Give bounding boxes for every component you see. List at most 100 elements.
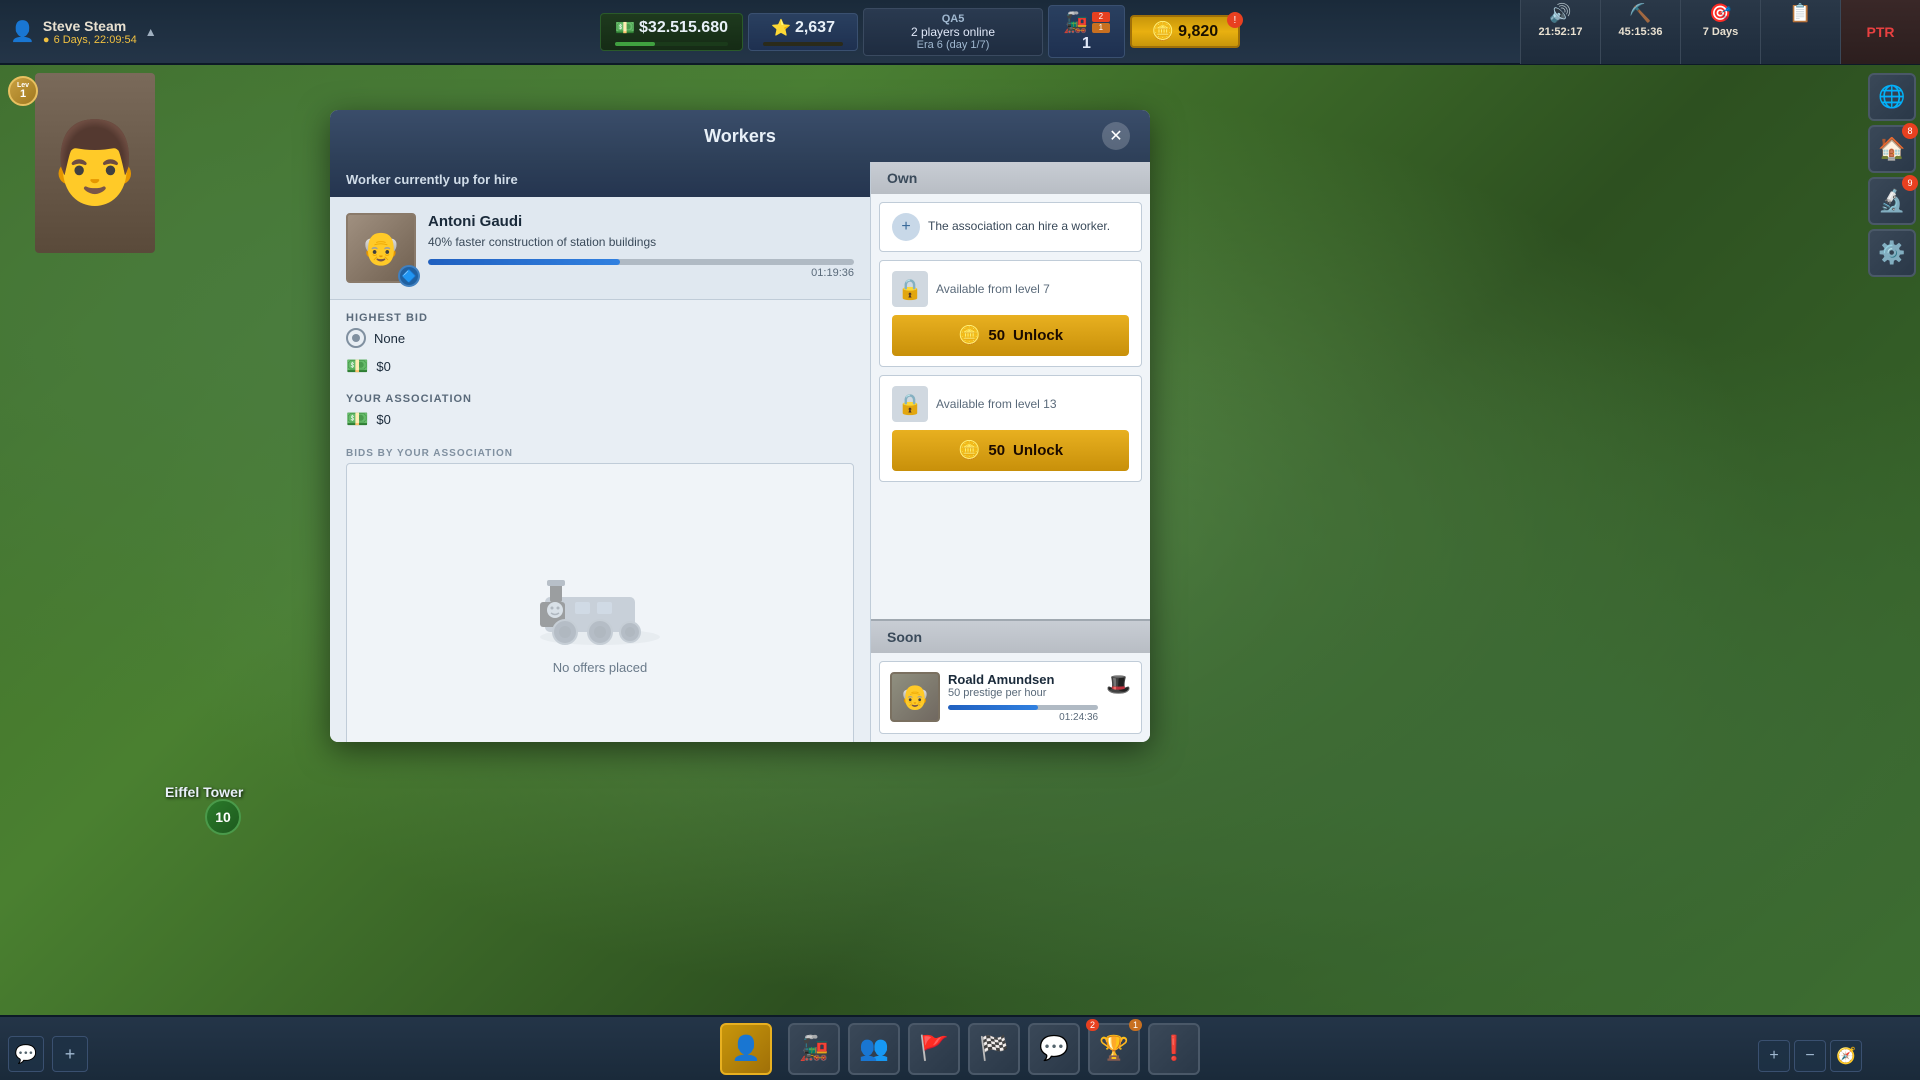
trophy-icon: 🏆 — [1099, 1034, 1129, 1063]
era-label: Era 6 (day 1/7) — [917, 39, 990, 51]
chat-icons-area: 💬 + — [8, 1036, 88, 1072]
zoom-in-btn[interactable]: + — [1758, 1040, 1790, 1072]
lock-icon-1: 🔒 — [892, 271, 928, 307]
qa-label: QA5 — [942, 13, 965, 25]
alert-btn[interactable]: ❗ — [1148, 1023, 1200, 1075]
worker-type-badge: 🔷 — [398, 265, 420, 287]
locked-slot-2-header: 🔒 Available from level 13 — [892, 386, 1129, 422]
timer-panel-4: 📋 — [1760, 0, 1840, 64]
settings-btn[interactable]: ⚙️ — [1868, 229, 1916, 277]
player-status: ● 6 Days, 22:09:54 — [43, 34, 137, 46]
soon-timer: 01:24:36 — [948, 712, 1098, 723]
race-icon: 🏁 — [979, 1034, 1009, 1063]
worker-name: Antoni Gaudi — [428, 213, 854, 230]
assoc-money-row: 💵 $0 — [346, 409, 854, 430]
unlock-cost-2: 50 — [988, 442, 1005, 459]
expand-icon[interactable]: ▲ — [145, 25, 157, 39]
money-value: 💵 $32.515.680 — [615, 18, 728, 38]
train-count: 1 — [1082, 35, 1091, 53]
soon-worker-card: 👴 Roald Amundsen 50 prestige per hour 01… — [879, 661, 1142, 734]
flags-icon: 🚩 — [919, 1034, 949, 1063]
player-portrait: 👨 — [35, 73, 155, 253]
timer-panels: 🔊 21:52:17 ⛏️ 45:15:36 🎯 7 Days 📋 PTR — [1520, 0, 1920, 64]
zoom-controls: + − 🧭 — [1758, 1040, 1862, 1072]
assoc-money-icon: 💵 — [346, 409, 368, 430]
research-badge: 9 — [1902, 175, 1918, 191]
settings-icon: ⚙️ — [1878, 240, 1905, 266]
gold-notification: ! — [1227, 12, 1243, 28]
target-icon: 🎯 — [1709, 3, 1731, 24]
player-name: Steve Steam — [43, 18, 137, 34]
clipboard-icon: 📋 — [1789, 3, 1811, 24]
workers-modal: Workers ✕ Worker currently up for hire 👴… — [330, 110, 1150, 742]
modal-title: Workers — [378, 126, 1102, 147]
locked-slot-1-header: 🔒 Available from level 7 — [892, 271, 1129, 307]
train-icon: 🚂 — [799, 1034, 829, 1063]
chat-btn[interactable]: 💬 — [1028, 1023, 1080, 1075]
trophy-badge-1: 2 — [1086, 1019, 1099, 1031]
unlock-cost-1: 50 — [988, 327, 1005, 344]
compass-btn[interactable]: 🧭 — [1830, 1040, 1862, 1072]
close-button[interactable]: ✕ — [1102, 122, 1130, 150]
city-badge: 8 — [1902, 123, 1918, 139]
soon-worker-portrait: 👴 — [890, 672, 940, 722]
speech-bubble-btn[interactable]: 💬 — [8, 1036, 44, 1072]
player-avatar-area: Lev 1 👨 — [0, 68, 160, 268]
worker-description: 40% faster construction of station build… — [428, 234, 854, 251]
own-content: + The association can hire a worker. 🔒 A… — [871, 194, 1150, 619]
players-online: 2 players online — [911, 25, 995, 39]
soon-worker-info: Roald Amundsen 50 prestige per hour 01:2… — [948, 672, 1098, 723]
bids-area: No offers placed — [346, 463, 854, 742]
chat-icon: 💬 — [1039, 1034, 1069, 1063]
unlock-button-2[interactable]: 🪙 50 Unlock — [892, 430, 1129, 471]
modal-left-panel: Worker currently up for hire 👴 🔷 Antoni … — [330, 162, 870, 742]
plus-circle-icon: + — [892, 213, 920, 241]
hire-header: Worker currently up for hire — [330, 162, 870, 197]
highest-bid-money: $0 — [376, 359, 390, 374]
soon-timer-fill — [948, 705, 1038, 710]
none-icon — [346, 328, 366, 348]
research-btn[interactable]: 🔬 9 — [1868, 177, 1916, 225]
highest-bid-money-row: 💵 $0 — [346, 356, 854, 377]
ptr-panel: PTR — [1840, 0, 1920, 64]
player-info-area: 👤 Steve Steam ● 6 Days, 22:09:54 ▲ — [0, 18, 320, 46]
player-portrait-btn[interactable]: 👤 — [720, 1023, 772, 1075]
trophy-btn[interactable]: 🏆 2 1 — [1088, 1023, 1140, 1075]
your-association-label: YOUR ASSOCIATION — [346, 393, 854, 405]
map-btn[interactable]: 🌐 — [1868, 73, 1916, 121]
modal-right-panel: Own + The association can hire a worker.… — [870, 162, 1150, 742]
player-info: Steve Steam ● 6 Days, 22:09:54 — [43, 18, 137, 46]
unlock-button-1[interactable]: 🪙 50 Unlock — [892, 315, 1129, 356]
soon-header: Soon — [871, 619, 1150, 653]
association-hire-info: + The association can hire a worker. — [879, 202, 1142, 252]
locked-level-text-2: Available from level 13 — [936, 397, 1057, 411]
train-btn[interactable]: 🚂 — [788, 1023, 840, 1075]
highest-bid-value: None — [374, 331, 405, 346]
race-btn[interactable]: 🏁 — [968, 1023, 1020, 1075]
city-btn[interactable]: 🏠 8 — [1868, 125, 1916, 173]
flags-btn[interactable]: 🚩 — [908, 1023, 960, 1075]
plus-btn[interactable]: + — [52, 1036, 88, 1072]
soon-worker-desc: 50 prestige per hour — [948, 687, 1098, 699]
coin-icon-1: 🪙 — [958, 325, 980, 346]
workers-btn[interactable]: 👥 — [848, 1023, 900, 1075]
globe-icon: 🌐 — [1878, 84, 1905, 110]
train-illustration — [525, 552, 675, 652]
research-icon: 🔬 — [1878, 188, 1905, 214]
gold-value: 9,820 — [1178, 23, 1218, 41]
worker-portrait: 👴 🔷 — [346, 213, 416, 283]
map-level-badge: 10 — [205, 799, 241, 835]
timer-panel-3: 🎯 7 Days — [1680, 0, 1760, 64]
top-bar-center: 💵 $32.515.680 ⭐ 2,637 QA5 2 players onli… — [320, 5, 1520, 58]
locked-slot-1: 🔒 Available from level 7 🪙 50 Unlock — [879, 260, 1142, 367]
bid-info-none: None — [346, 328, 854, 348]
zoom-out-btn[interactable]: − — [1794, 1040, 1826, 1072]
gold-stat: ! 🪙 9,820 — [1130, 15, 1240, 48]
bottom-bar: 👤 🚂 👥 🚩 🏁 💬 🏆 2 1 ❗ — [0, 1015, 1920, 1080]
eiffel-tower-label: Eiffel Tower — [165, 784, 243, 800]
train-stat: 🚂 2 1 1 — [1048, 5, 1125, 58]
timer-panel-1: 🔊 21:52:17 — [1520, 0, 1600, 64]
right-sidebar: 🌐 🏠 8 🔬 9 ⚙️ — [1864, 65, 1920, 285]
soon-worker-icon: 🎩 — [1106, 672, 1131, 697]
locked-slot-2: 🔒 Available from level 13 🪙 50 Unlock — [879, 375, 1142, 482]
